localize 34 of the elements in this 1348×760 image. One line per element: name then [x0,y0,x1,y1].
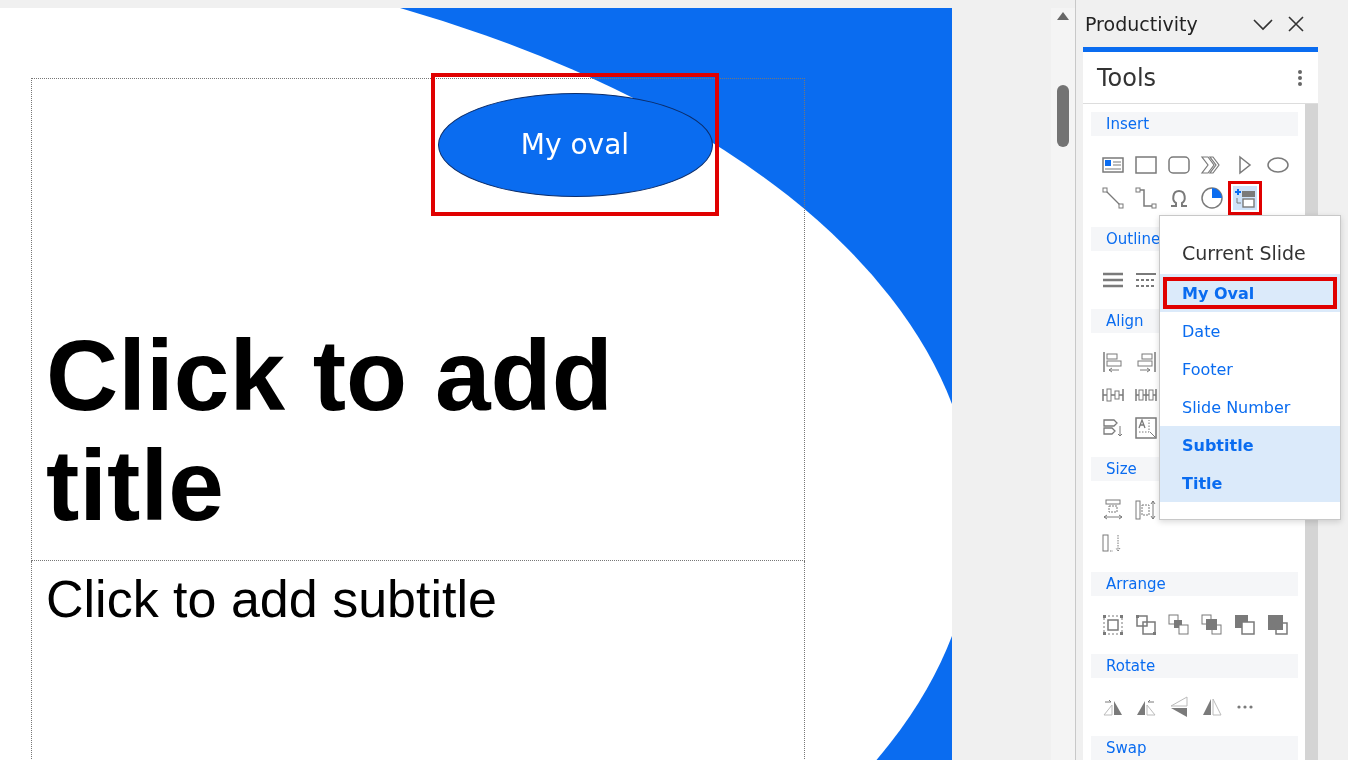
align-right-icon[interactable] [1134,349,1158,374]
slide-subtitle: Click to add subtitle [46,569,497,629]
group-icon[interactable] [1101,612,1125,637]
subtitle-placeholder[interactable]: Click to add subtitle [31,561,805,760]
panel-title: Productivity [1085,12,1199,35]
section-header: Arrange [1091,572,1298,596]
menu-item[interactable]: My Oval [1160,274,1340,312]
menu-item[interactable]: Date [1160,312,1340,350]
collapse-button[interactable] [1252,16,1274,31]
ungroup-icon[interactable] [1134,612,1158,637]
menu-item[interactable]: Slide Number [1160,388,1340,426]
align-left-icon[interactable] [1101,349,1125,374]
menu-item[interactable]: Subtitle [1160,426,1340,464]
bring-forward-icon[interactable] [1167,612,1191,637]
section-header: Rotate [1091,654,1298,678]
menu-item[interactable]: Title [1160,464,1340,502]
slide-title: Click to add title [46,320,614,540]
pie-chart-icon[interactable] [1200,185,1224,210]
tools-heading: Tools [1097,63,1158,92]
same-width-icon[interactable] [1101,497,1125,522]
bring-front-icon[interactable] [1200,612,1224,637]
menu-item[interactable]: Footer [1160,350,1340,388]
scrollbar-thumb[interactable] [1056,85,1069,147]
send-backward-icon[interactable] [1233,612,1257,637]
send-back-icon[interactable] [1266,612,1290,637]
text-fit-icon[interactable] [1134,415,1158,440]
line-icon[interactable] [1101,185,1125,210]
section-header: Insert [1091,112,1298,136]
scroll-up-icon[interactable] [1055,11,1070,21]
more-options-icon[interactable] [1298,68,1302,87]
close-button[interactable] [1288,15,1304,32]
elbow-connector-icon[interactable] [1134,185,1158,210]
section-header: Swap [1091,736,1298,760]
same-height-icon[interactable] [1134,497,1158,522]
